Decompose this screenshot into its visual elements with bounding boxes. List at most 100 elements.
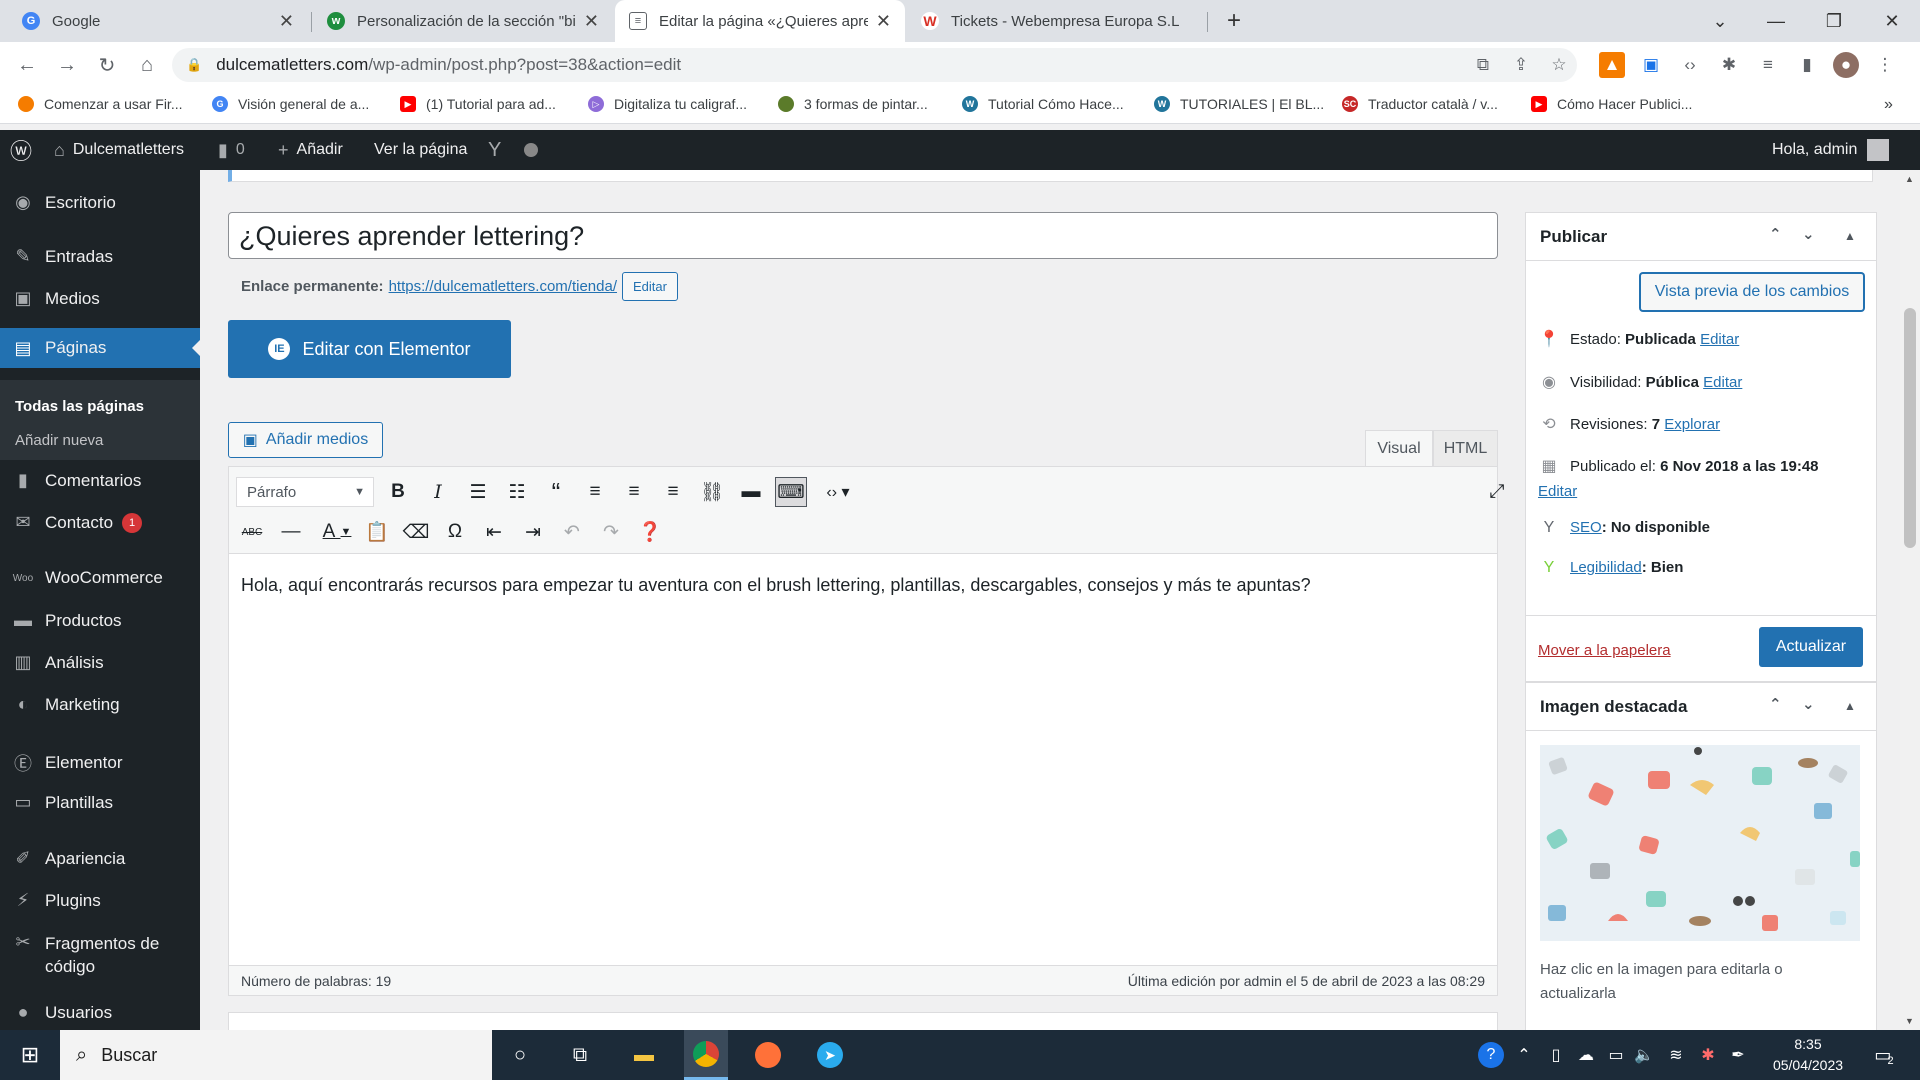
- site-name-link[interactable]: ⌂ Dulcematletters: [54, 130, 184, 170]
- sidebar-item-usuarios[interactable]: ● Usuarios: [0, 1002, 200, 1023]
- chrome-icon[interactable]: [684, 1030, 728, 1080]
- cortana-icon[interactable]: ○: [500, 1030, 540, 1080]
- media-icon[interactable]: ≡: [1755, 52, 1781, 78]
- submenu-anadir-nueva[interactable]: Añadir nueva: [15, 432, 103, 449]
- telegram-icon[interactable]: ➤: [808, 1030, 852, 1080]
- tab-google[interactable]: G Google ✕: [8, 0, 308, 42]
- sidebar-item-plugins[interactable]: ⚡ Plugins: [0, 890, 200, 911]
- preview-changes-button[interactable]: Vista previa de los cambios: [1640, 273, 1864, 311]
- move-up-icon[interactable]: ⌃: [1769, 225, 1782, 243]
- star-icon[interactable]: ☆: [1546, 52, 1572, 78]
- blockquote-icon[interactable]: “: [540, 477, 572, 507]
- translate-icon[interactable]: ⧉: [1470, 52, 1496, 78]
- indent-icon[interactable]: ⇥: [517, 517, 549, 547]
- horizontal-line-icon[interactable]: —: [275, 517, 307, 547]
- tab-visual[interactable]: Visual: [1365, 430, 1433, 466]
- edit-visibility-link[interactable]: Editar: [1703, 374, 1742, 391]
- view-page-link[interactable]: Ver la página: [374, 130, 467, 170]
- device-icon[interactable]: ▯: [1542, 1030, 1570, 1080]
- collapse-icon[interactable]: ▲: [1844, 699, 1856, 713]
- clear-formatting-icon[interactable]: ⌫: [400, 517, 432, 547]
- bookmark-item[interactable]: ▷ Digitaliza tu caligraf...: [588, 96, 747, 112]
- security-icon[interactable]: ✱: [1694, 1030, 1722, 1080]
- bullet-list-icon[interactable]: ☰: [462, 477, 494, 507]
- close-window-button[interactable]: ✕: [1864, 0, 1920, 42]
- windows-start-icon[interactable]: ⊞: [0, 1030, 60, 1080]
- bookmark-item[interactable]: SC Traductor català / v...: [1342, 96, 1498, 112]
- forward-icon[interactable]: →: [52, 50, 82, 80]
- scroll-thumb[interactable]: [1904, 308, 1916, 548]
- code-extension-icon[interactable]: ‹›: [1677, 52, 1703, 78]
- chevron-right-icon[interactable]: »: [1884, 96, 1893, 114]
- link-icon[interactable]: ⛓: [696, 477, 728, 507]
- bookmark-item[interactable]: ▶ Cómo Hacer Publici...: [1531, 96, 1692, 112]
- numbered-list-icon[interactable]: ☷: [501, 477, 533, 507]
- file-explorer-icon[interactable]: ▬: [622, 1030, 666, 1080]
- chevron-up-icon[interactable]: ⌃: [1510, 1030, 1538, 1080]
- move-up-icon[interactable]: ⌃: [1769, 695, 1782, 713]
- help-icon[interactable]: ❓: [634, 517, 666, 547]
- task-view-icon[interactable]: ⧉: [560, 1030, 600, 1080]
- move-down-icon[interactable]: ⌄: [1802, 695, 1815, 713]
- align-right-icon[interactable]: ≡: [657, 477, 689, 507]
- align-left-icon[interactable]: ≡: [579, 477, 611, 507]
- share-icon[interactable]: ⇪: [1508, 52, 1534, 78]
- sidebar-item-escritorio[interactable]: ◉ Escritorio: [0, 192, 200, 213]
- post-title-input[interactable]: ¿Quieres aprender lettering?: [228, 212, 1498, 259]
- italic-icon[interactable]: I: [422, 477, 454, 507]
- menu-icon[interactable]: ⋮: [1872, 52, 1898, 78]
- page-scrollbar[interactable]: ▲ ▼: [1900, 170, 1920, 1030]
- bookmark-item[interactable]: ▶ (1) Tutorial para ad...: [400, 96, 556, 112]
- update-button[interactable]: Actualizar: [1759, 627, 1863, 667]
- home-icon[interactable]: ⌂: [132, 50, 162, 80]
- new-tab-button[interactable]: +: [1206, 0, 1262, 42]
- bookmark-item[interactable]: W Tutorial Cómo Hace...: [962, 96, 1124, 112]
- sidebar-item-fragmentos[interactable]: ✂ Fragmentos de código: [0, 932, 190, 978]
- restore-button[interactable]: ❐: [1806, 0, 1862, 42]
- tab-personalizacion[interactable]: w Personalización de la sección "bie ✕: [313, 0, 613, 42]
- bookmark-item[interactable]: W TUTORIALES | El BL...: [1154, 96, 1324, 112]
- address-bar[interactable]: 🔒 dulcematletters.com/wp-admin/post.php?…: [172, 48, 1577, 82]
- align-center-icon[interactable]: ≡: [618, 477, 650, 507]
- toolbar-toggle-icon[interactable]: ⌨: [775, 477, 807, 507]
- extension-icon[interactable]: ▣: [1638, 52, 1664, 78]
- sidebar-item-entradas[interactable]: ✎ Entradas: [0, 246, 200, 267]
- fullscreen-icon[interactable]: ⤢: [1481, 477, 1513, 507]
- sidebar-item-medios[interactable]: ▣ Medios: [0, 288, 200, 309]
- side-panel-icon[interactable]: ▮: [1794, 52, 1820, 78]
- scroll-up-icon[interactable]: ▲: [1905, 174, 1914, 184]
- battery-icon[interactable]: ▭: [1602, 1030, 1630, 1080]
- close-icon[interactable]: ✕: [876, 11, 891, 32]
- explore-revisions-link[interactable]: Explorar: [1664, 416, 1720, 433]
- cloud-icon[interactable]: ☁: [1572, 1030, 1600, 1080]
- collapse-icon[interactable]: ▲: [1844, 229, 1856, 243]
- extension-icon[interactable]: ▲: [1599, 52, 1625, 78]
- move-to-trash-link[interactable]: Mover a la papelera: [1538, 642, 1671, 659]
- sidebar-item-productos[interactable]: ▬ Productos: [0, 610, 200, 631]
- wordpress-logo-icon[interactable]: ⓦ: [10, 130, 32, 170]
- speaker-icon[interactable]: 🔈: [1630, 1030, 1658, 1080]
- text-color-icon[interactable]: A ▼: [314, 517, 360, 547]
- bookmark-item[interactable]: 3 formas de pintar...: [778, 96, 928, 112]
- chevron-down-icon[interactable]: ⌄: [1692, 0, 1748, 42]
- strikethrough-icon[interactable]: ABC: [236, 517, 268, 547]
- sidebar-item-comentarios[interactable]: ▮ Comentarios: [0, 470, 200, 491]
- sidebar-item-paginas[interactable]: ▤ Páginas: [0, 328, 200, 368]
- edit-date-link[interactable]: Editar: [1538, 483, 1577, 500]
- sidebar-item-woocommerce[interactable]: Woo WooCommerce: [0, 568, 200, 588]
- close-icon[interactable]: ✕: [584, 11, 599, 32]
- scroll-down-icon[interactable]: ▼: [1905, 1016, 1914, 1026]
- redo-icon[interactable]: ↷: [595, 517, 627, 547]
- comments-link[interactable]: ▮ 0: [218, 130, 245, 170]
- minimize-button[interactable]: —: [1748, 0, 1804, 42]
- help-icon[interactable]: ?: [1476, 1030, 1506, 1080]
- edit-permalink-button[interactable]: Editar: [622, 272, 678, 301]
- paste-text-icon[interactable]: 📋: [361, 517, 393, 547]
- reload-icon[interactable]: ↻: [92, 50, 122, 80]
- sidebar-item-elementor[interactable]: Ⓔ Elementor: [0, 750, 200, 776]
- taskbar-clock[interactable]: 8:35 05/04/2023: [1770, 1034, 1846, 1076]
- back-icon[interactable]: ←: [12, 50, 42, 80]
- code-dropdown-icon[interactable]: ‹› ▾: [814, 477, 862, 507]
- tab-tickets[interactable]: W Tickets - Webempresa Europa S.L: [907, 0, 1207, 42]
- bookmark-item[interactable]: G Visión general de a...: [212, 96, 369, 112]
